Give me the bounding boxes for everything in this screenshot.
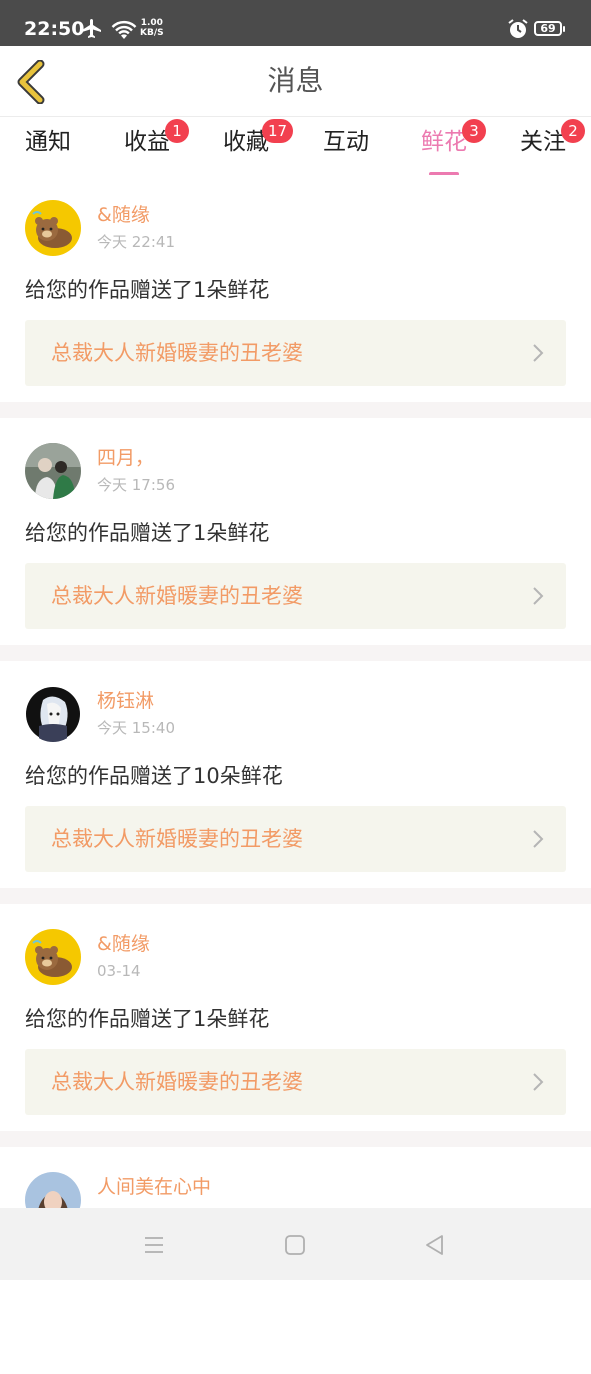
tab-label: 互动 [323,129,369,155]
header: 消息 [0,46,591,117]
unread-badge: 17 [262,119,294,143]
work-title: 总裁大人新婚暖妻的丑老婆 [51,584,303,608]
work-link[interactable]: 总裁大人新婚暖妻的丑老婆 [25,1049,566,1115]
message-text: 给您的作品赠送了10朵鲜花 [25,764,283,788]
tab-interactions[interactable]: 互动 [318,127,374,169]
network-speed: 1.00 KB/S [140,18,164,38]
work-link[interactable]: 总裁大人新婚暖妻的丑老婆 [25,563,566,629]
sender-name[interactable]: 人间美在心中 [97,1175,211,1199]
alarm-clock-icon [508,19,528,38]
chevron-right-icon [533,1073,544,1091]
tab-bar: 通知 收益 1 收藏 17 互动 鲜花 3 关注 2 [0,117,591,176]
wifi-icon [111,20,137,39]
work-link[interactable]: 总裁大人新婚暖妻的丑老婆 [25,806,566,872]
anime-dark-avatar[interactable] [25,686,81,742]
work-link[interactable]: 总裁大人新婚暖妻的丑老婆 [25,320,566,386]
message-card: 四月， 今天 17:56 给您的作品赠送了1朵鲜花 总裁大人新婚暖妻的丑老婆 [0,418,591,645]
page-title: 消息 [267,64,324,97]
back-triangle-icon[interactable] [422,1232,448,1258]
sender-name[interactable]: &随缘 [97,932,150,956]
divider [0,1131,591,1147]
message-card: &随缘 今天 22:41 给您的作品赠送了1朵鲜花 总裁大人新婚暖妻的丑老婆 [0,175,591,402]
message-list: &随缘 今天 22:41 给您的作品赠送了1朵鲜花 总裁大人新婚暖妻的丑老婆 四… [0,175,591,1374]
tab-favorites[interactable]: 收藏 17 [218,119,294,169]
work-title: 总裁大人新婚暖妻的丑老婆 [51,1070,303,1094]
unread-badge: 2 [561,119,585,143]
tab-label: 鲜花 [421,129,467,155]
unread-badge: 1 [165,119,189,143]
chevron-right-icon [533,587,544,605]
tab-label: 通知 [25,129,71,155]
sender-name[interactable]: 杨钰淋 [97,689,154,713]
status-bar: 22:50 1.00 KB/S 69 [0,0,591,46]
work-title: 总裁大人新婚暖妻的丑老婆 [51,341,303,365]
unread-badge: 3 [462,119,486,143]
chevron-right-icon [533,344,544,362]
tab-follows[interactable]: 关注 2 [515,119,585,169]
message-time: 今天 22:41 [97,233,175,251]
message-text: 给您的作品赠送了1朵鲜花 [25,521,270,545]
message-card: 杨钰淋 今天 15:40 给您的作品赠送了10朵鲜花 总裁大人新婚暖妻的丑老婆 [0,661,591,888]
status-time: 22:50 [24,18,85,40]
bear-avatar[interactable] [25,200,81,256]
divider [0,888,591,904]
home-icon[interactable] [282,1232,308,1258]
sender-name[interactable]: &随缘 [97,203,150,227]
system-nav-bar [0,1208,591,1280]
tab-flowers[interactable]: 鲜花 3 [416,119,486,176]
divider [0,645,591,661]
chevron-right-icon [533,830,544,848]
message-card: &随缘 03-14 给您的作品赠送了1朵鲜花 总裁大人新婚暖妻的丑老婆 [0,904,591,1131]
message-text: 给您的作品赠送了1朵鲜花 [25,1007,270,1031]
bear-avatar[interactable] [25,929,81,985]
message-time: 03-14 [97,962,141,980]
work-title: 总裁大人新婚暖妻的丑老婆 [51,827,303,851]
airplane-mode-icon [82,19,101,38]
tab-label: 关注 [520,129,566,155]
sender-name[interactable]: 四月， [97,446,154,470]
message-time: 今天 17:56 [97,476,175,494]
menu-icon[interactable] [141,1232,167,1258]
divider [0,402,591,418]
couple-photo-avatar[interactable] [25,443,81,499]
battery-indicator: 69 [534,21,565,36]
tab-label: 收益 [124,129,170,155]
message-time: 今天 15:40 [97,719,175,737]
tab-notifications[interactable]: 通知 [20,127,76,169]
tab-earnings[interactable]: 收益 1 [119,119,189,169]
message-text: 给您的作品赠送了1朵鲜花 [25,278,270,302]
